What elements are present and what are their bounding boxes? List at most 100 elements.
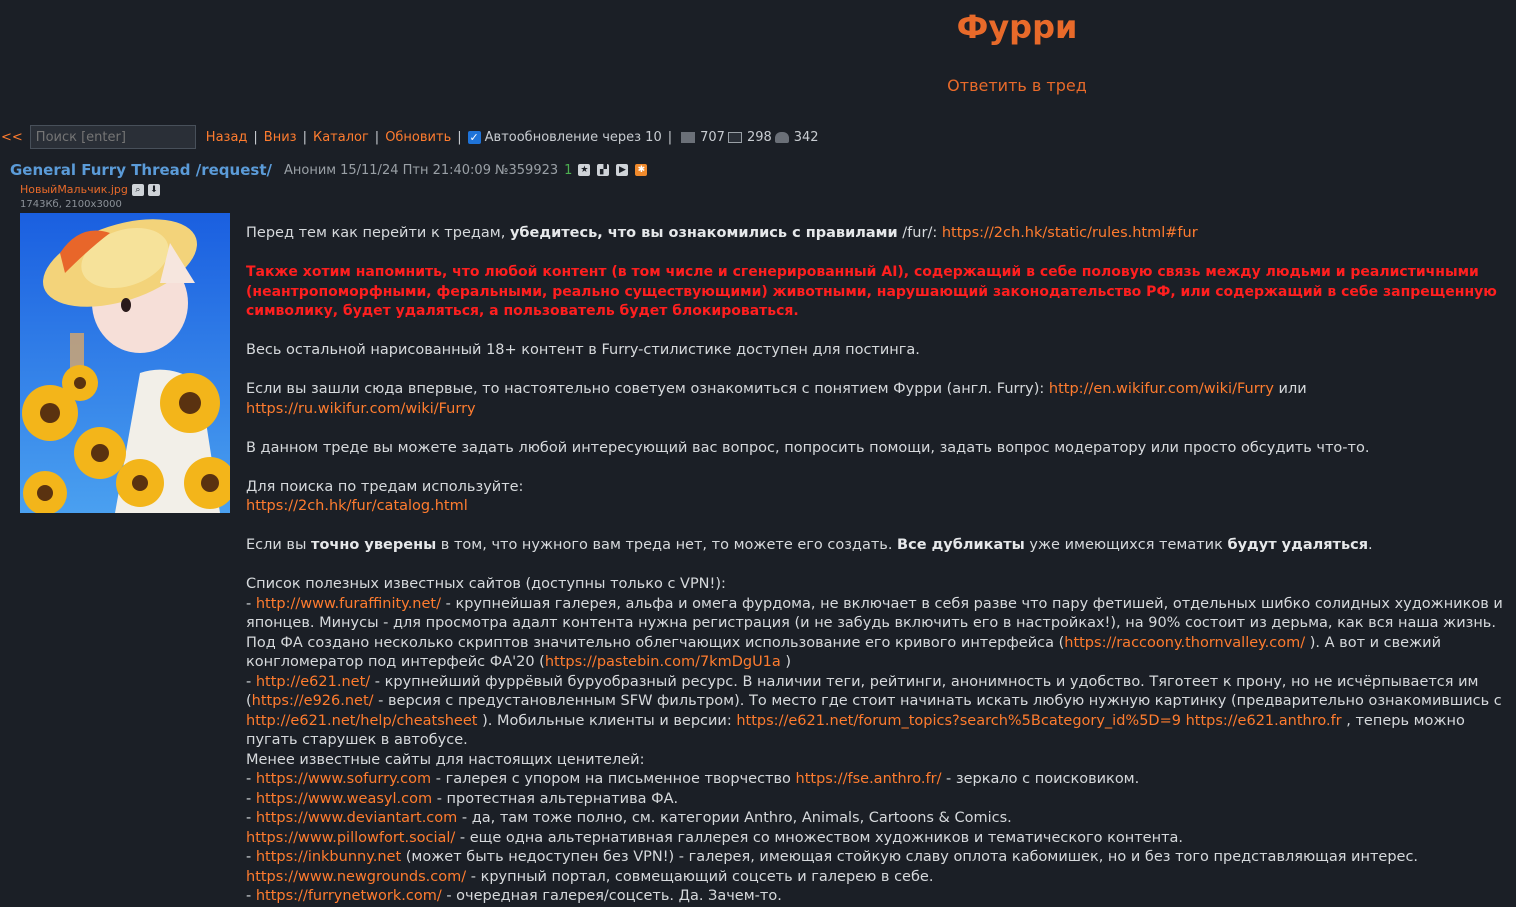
separator: | [667, 129, 673, 145]
e621-link[interactable]: http://e621.net/ [256, 674, 370, 690]
intro-paragraph: Если вы зашли сюда впервые, то настоятел… [246, 380, 1508, 419]
nav-down-link[interactable]: Вниз [264, 130, 297, 145]
questions-paragraph: В данном треде вы можете задать любой ин… [246, 439, 1370, 456]
dash: - [246, 673, 256, 690]
post-image-illustration [20, 213, 230, 513]
text: - галерея с упором на письменное творчес… [431, 771, 796, 787]
furrynetwork-link[interactable]: https://furrynetwork.com/ [256, 888, 442, 904]
cheatsheet-link[interactable]: http://e621.net/help/cheatsheet [246, 713, 477, 729]
poster-name: Аноним [283, 162, 337, 178]
pillowfort-link[interactable]: https://www.pillowfort.social/ [246, 830, 455, 846]
text: (может быть недоступен без VPN!) - галер… [401, 849, 1419, 865]
emphasis: точно уверены [311, 537, 437, 553]
allowed-content-paragraph: Весь остальной нарисованный 18+ контент … [246, 342, 920, 358]
text: уже имеющихся тематик [1024, 537, 1228, 553]
nav-catalog-link[interactable]: Каталог [313, 130, 369, 145]
images-count: 298 [746, 129, 772, 145]
expand-icon[interactable]: ▞ [597, 164, 610, 176]
dash: - [246, 810, 256, 826]
fse-link[interactable]: https://fse.anthro.fr/ [796, 771, 942, 787]
file-name-link[interactable]: НовыйМальчик.jpg [20, 183, 128, 196]
raccoony-link[interactable]: https://raccoony.thornvalley.com/ [1064, 635, 1305, 651]
post-body: Перед тем как перейти к тредам, убедитес… [246, 224, 1508, 907]
text: - версия с предустановленным SFW фильтро… [373, 693, 1502, 709]
nav-back-link[interactable]: Назад [206, 130, 248, 145]
rules-link[interactable]: https://2ch.hk/static/rules.html#fur [942, 225, 1198, 241]
text: - крупный портал, совмещающий соцсеть и … [466, 868, 934, 885]
sites-list: Список полезных известных сайтов (доступ… [246, 575, 1508, 907]
back-arrow-link[interactable]: << [1, 130, 23, 145]
report-icon[interactable]: ✱ [635, 164, 648, 176]
comment-icon [681, 131, 696, 143]
e926-link[interactable]: https://e926.net/ [252, 693, 374, 709]
furaffinity-link[interactable]: http://www.furaffinity.net/ [256, 596, 441, 612]
text: - протестная альтернатива ФА. [432, 790, 679, 807]
newgrounds-link[interactable]: https://www.newgrounds.com/ [246, 869, 466, 885]
post-number[interactable]: №359923 [495, 163, 558, 178]
image-icon [727, 131, 742, 143]
text: Для поиска по тредам используйте: [246, 478, 524, 495]
post-date: 15/11/24 Птн 21:40:09 [340, 162, 491, 178]
text: - еще одна альтернативная галлерея со мн… [455, 829, 1184, 846]
autoupdate-label: Автообновление через 10 [484, 129, 662, 145]
catalog-link[interactable]: https://2ch.hk/fur/catalog.html [246, 498, 468, 514]
deviantart-link[interactable]: https://www.deviantart.com [256, 810, 457, 826]
thread-navbar: << Назад | Вниз | Каталог | Обновить | ✓… [0, 124, 819, 150]
text: - очередная галерея/соцсеть. Да. Зачем-т… [441, 888, 782, 904]
file-meta: 1743Кб, 2100x3000 [20, 199, 122, 210]
download-icon[interactable]: ⬇ [147, 183, 160, 196]
post-image[interactable] [20, 213, 230, 513]
dash: - [246, 595, 256, 612]
dash: - [246, 790, 256, 807]
separator: | [374, 129, 380, 145]
e621-forum-link[interactable]: https://e621.net/forum_topics?search%5Bc… [736, 713, 1181, 729]
text: /fur/: [897, 225, 942, 241]
sofurry-link[interactable]: https://www.sofurry.com [256, 771, 431, 787]
text: - зеркало с поисковиком. [941, 771, 1140, 787]
text: или [1273, 381, 1307, 397]
warning-paragraph: Также хотим напомнить, что любой контент… [246, 264, 1497, 319]
text: - да, там тоже полно, см. категории Anth… [457, 810, 1012, 826]
search-input[interactable] [29, 125, 196, 149]
search-image-icon[interactable]: ⌕ [131, 183, 144, 196]
reply-to-thread-link[interactable]: Ответить в тред [0, 76, 1516, 95]
separator: | [302, 129, 307, 145]
text: ) [780, 654, 792, 670]
rules-emphasis: убедитесь, что вы ознакомились с правила… [509, 225, 898, 241]
nav-refresh-link[interactable]: Обновить [385, 130, 451, 145]
separator: | [253, 129, 258, 145]
dash: - [246, 888, 256, 904]
file-info: НовыйМальчик.jpg ⌕ ⬇ [20, 183, 160, 196]
text: в том, что нужного вам треда нет, то мож… [436, 537, 898, 553]
text: Если вы зашли сюда впервые, то настоятел… [246, 381, 1049, 397]
pastebin-link[interactable]: https://pastebin.com/7kmDgU1a [545, 654, 781, 670]
weasyl-link[interactable]: https://www.weasyl.com [256, 791, 432, 807]
e621-anthro-link[interactable]: https://e621.anthro.fr [1186, 713, 1342, 729]
posts-count: 707 [700, 129, 725, 145]
wikifur-ru-link[interactable]: https://ru.wikifur.com/wiki/Furry [246, 401, 476, 417]
text: ). Мобильные клиенты и версии: [477, 712, 737, 729]
users-icon [774, 131, 789, 143]
sites-header: Список полезных известных сайтов (доступ… [246, 576, 726, 592]
emphasis: будут удаляться [1227, 537, 1369, 553]
rules-paragraph: Перед тем как перейти к тредам, убедитес… [246, 224, 1508, 244]
thread-subject: General Furry Thread /request/ [10, 161, 272, 179]
play-icon[interactable]: ▶ [616, 164, 629, 176]
text: . [1368, 537, 1373, 553]
separator: | [457, 129, 462, 145]
lesser-sites-header: Менее известные сайты для настоящих цени… [246, 751, 645, 768]
search-paragraph: Для поиска по тредам используйте: https:/… [246, 478, 1508, 517]
text: Если вы [246, 537, 312, 553]
dash: - [246, 849, 256, 865]
dash: - [246, 771, 256, 787]
duplicates-paragraph: Если вы точно уверены в том, что нужного… [246, 536, 1508, 556]
autoupdate-checkbox[interactable]: ✓ [467, 130, 481, 144]
emphasis: Все дубликаты [897, 537, 1025, 553]
wikifur-en-link[interactable]: http://en.wikifur.com/wiki/Furry [1049, 381, 1274, 397]
reply-count[interactable]: 1 [564, 163, 572, 178]
op-post-header: General Furry Thread /request/ Аноним 15… [10, 161, 654, 179]
text: Перед тем как перейти к тредам, [246, 225, 510, 241]
board-title: Фурри [956, 8, 1078, 46]
star-icon[interactable]: ★ [578, 164, 591, 176]
inkbunny-link[interactable]: https://inkbunny.net [256, 849, 401, 865]
